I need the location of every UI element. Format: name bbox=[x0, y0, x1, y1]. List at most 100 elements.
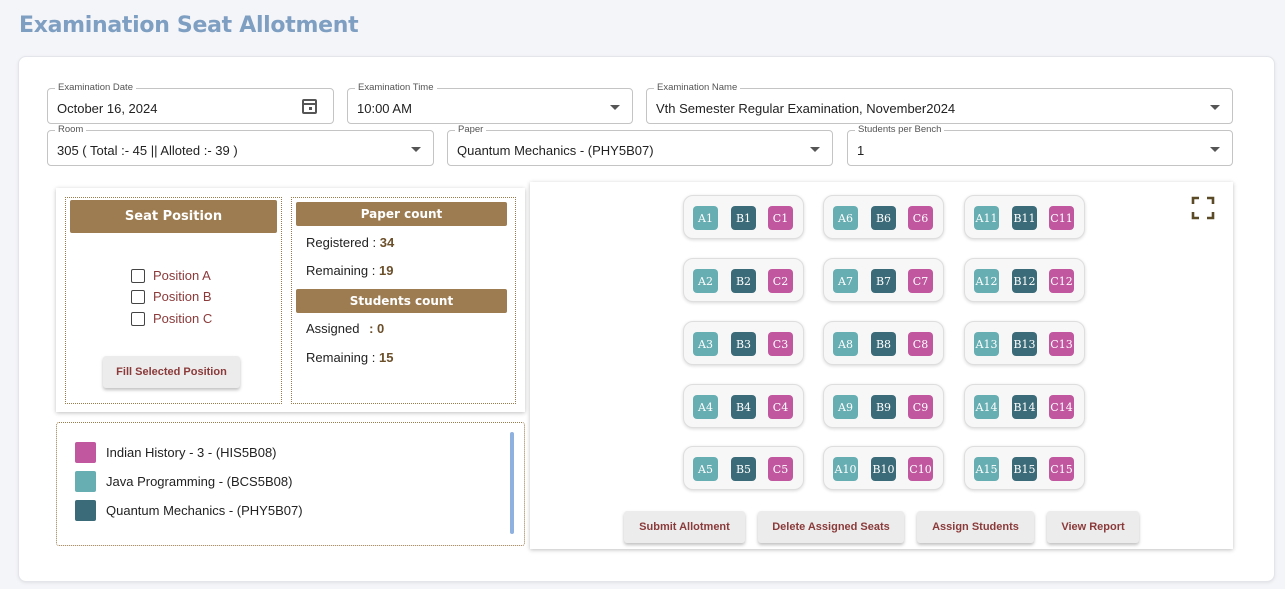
seat-b12[interactable]: B12 bbox=[1012, 269, 1037, 293]
students-count-title: Students count bbox=[296, 289, 507, 313]
registered-value: 34 bbox=[379, 235, 395, 250]
registered-stat: Registered : 34 bbox=[306, 235, 394, 250]
seat-c10[interactable]: C10 bbox=[908, 457, 933, 481]
seat-c6[interactable]: C6 bbox=[908, 206, 933, 230]
seat-a8[interactable]: A8 bbox=[833, 332, 858, 356]
assigned-label: Assigned bbox=[306, 321, 360, 336]
assign-students-button[interactable]: Assign Students bbox=[917, 511, 1034, 543]
seat-b9[interactable]: B9 bbox=[871, 395, 896, 419]
students-per-bench-value: 1 bbox=[857, 143, 865, 158]
seat-c15[interactable]: C15 bbox=[1049, 457, 1074, 481]
seat-b10[interactable]: B10 bbox=[871, 457, 896, 481]
legend-scrollbar[interactable] bbox=[510, 432, 514, 534]
seat-b4[interactable]: B4 bbox=[731, 395, 756, 419]
seat-c13[interactable]: C13 bbox=[1049, 332, 1074, 356]
bench: A2 B2 C2 bbox=[683, 258, 804, 302]
checkbox-box[interactable] bbox=[131, 289, 145, 304]
bench: A14 B14 C14 bbox=[964, 384, 1085, 428]
bench: A12 B12 C12 bbox=[964, 258, 1085, 302]
seat-c8[interactable]: C8 bbox=[908, 332, 933, 356]
bench: A9 B9 C9 bbox=[823, 384, 944, 428]
seat-b6[interactable]: B6 bbox=[871, 206, 896, 230]
paper-count-title: Paper count bbox=[296, 202, 507, 226]
seat-b11[interactable]: B11 bbox=[1012, 206, 1037, 230]
bench: A4 B4 C4 bbox=[683, 384, 804, 428]
page-title: Examination Seat Allotment bbox=[19, 13, 359, 38]
seat-a5[interactable]: A5 bbox=[693, 457, 718, 481]
seat-a12[interactable]: A12 bbox=[974, 269, 999, 293]
bench: A10 B10 C10 bbox=[823, 446, 944, 490]
bench: A1 B1 C1 bbox=[683, 195, 804, 239]
fullscreen-icon[interactable] bbox=[1191, 196, 1215, 220]
chevron-down-icon bbox=[610, 105, 620, 110]
seat-c1[interactable]: C1 bbox=[768, 206, 793, 230]
legend-item: Quantum Mechanics - (PHY5B07) bbox=[75, 500, 303, 521]
position-a-label: Position A bbox=[153, 268, 211, 283]
seat-b13[interactable]: B13 bbox=[1012, 332, 1037, 356]
exam-name-select[interactable]: Examination Name Vth Semester Regular Ex… bbox=[646, 82, 1233, 124]
bench: A7 B7 C7 bbox=[823, 258, 944, 302]
position-b-checkbox[interactable]: Position B bbox=[131, 289, 212, 304]
bench: A5 B5 C5 bbox=[683, 446, 804, 490]
seat-a14[interactable]: A14 bbox=[974, 395, 999, 419]
seat-a10[interactable]: A10 bbox=[833, 457, 858, 481]
assigned-stat: Assigned : 0 bbox=[306, 321, 384, 336]
chevron-down-icon bbox=[1210, 147, 1220, 152]
exam-time-select[interactable]: Examination Time 10:00 AM bbox=[347, 82, 633, 124]
seat-b1[interactable]: B1 bbox=[731, 206, 756, 230]
position-c-label: Position C bbox=[153, 311, 213, 326]
seat-a9[interactable]: A9 bbox=[833, 395, 858, 419]
seat-c9[interactable]: C9 bbox=[908, 395, 933, 419]
seat-a4[interactable]: A4 bbox=[693, 395, 718, 419]
assigned-value: : 0 bbox=[369, 321, 385, 336]
delete-assigned-seats-button[interactable]: Delete Assigned Seats bbox=[758, 511, 904, 543]
seat-b8[interactable]: B8 bbox=[871, 332, 896, 356]
submit-allotment-button[interactable]: Submit Allotment bbox=[624, 511, 745, 543]
legend-swatch bbox=[75, 442, 96, 463]
chevron-down-icon bbox=[411, 147, 421, 152]
view-report-button[interactable]: View Report bbox=[1047, 511, 1139, 543]
seat-b15[interactable]: B15 bbox=[1012, 457, 1037, 481]
seat-c11[interactable]: C11 bbox=[1049, 206, 1074, 230]
fill-selected-position-button[interactable]: Fill Selected Position bbox=[103, 356, 240, 388]
chevron-down-icon bbox=[810, 147, 820, 152]
calendar-icon[interactable] bbox=[302, 99, 317, 114]
seat-c12[interactable]: C12 bbox=[1049, 269, 1074, 293]
seat-b3[interactable]: B3 bbox=[731, 332, 756, 356]
exam-date-field[interactable]: Examination Date October 16, 2024 bbox=[47, 82, 334, 124]
seat-b2[interactable]: B2 bbox=[731, 269, 756, 293]
seat-b7[interactable]: B7 bbox=[871, 269, 896, 293]
seat-a7[interactable]: A7 bbox=[833, 269, 858, 293]
seat-a1[interactable]: A1 bbox=[693, 206, 718, 230]
students-per-bench-label: Students per Bench bbox=[855, 124, 945, 136]
exam-name-label: Examination Name bbox=[654, 82, 741, 94]
paper-value: Quantum Mechanics - (PHY5B07) bbox=[457, 143, 654, 158]
legend-label: Quantum Mechanics - (PHY5B07) bbox=[106, 503, 303, 518]
seat-a3[interactable]: A3 bbox=[693, 332, 718, 356]
room-select[interactable]: Room 305 ( Total :- 45 || Alloted :- 39 … bbox=[47, 124, 434, 166]
seat-c4[interactable]: C4 bbox=[768, 395, 793, 419]
seat-b14[interactable]: B14 bbox=[1012, 395, 1037, 419]
seat-a15[interactable]: A15 bbox=[974, 457, 999, 481]
seat-b5[interactable]: B5 bbox=[731, 457, 756, 481]
seat-a11[interactable]: A11 bbox=[974, 206, 999, 230]
seat-c3[interactable]: C3 bbox=[768, 332, 793, 356]
position-c-checkbox[interactable]: Position C bbox=[131, 311, 212, 326]
seat-c5[interactable]: C5 bbox=[768, 457, 793, 481]
exam-time-value: 10:00 AM bbox=[357, 101, 412, 116]
seat-a6[interactable]: A6 bbox=[833, 206, 858, 230]
room-value: 305 ( Total :- 45 || Alloted :- 39 ) bbox=[57, 143, 238, 158]
students-per-bench-select[interactable]: Students per Bench 1 bbox=[847, 124, 1233, 166]
position-a-checkbox[interactable]: Position A bbox=[131, 268, 211, 283]
bench: A6 B6 C6 bbox=[823, 195, 944, 239]
seat-a2[interactable]: A2 bbox=[693, 269, 718, 293]
bench: A15 B15 C15 bbox=[964, 446, 1085, 490]
checkbox-box[interactable] bbox=[131, 311, 145, 326]
seat-c7[interactable]: C7 bbox=[908, 269, 933, 293]
seat-c14[interactable]: C14 bbox=[1049, 395, 1074, 419]
students-remaining-stat: Remaining : 15 bbox=[306, 350, 393, 365]
seat-a13[interactable]: A13 bbox=[974, 332, 999, 356]
checkbox-box[interactable] bbox=[131, 268, 145, 283]
seat-c2[interactable]: C2 bbox=[768, 269, 793, 293]
paper-select[interactable]: Paper Quantum Mechanics - (PHY5B07) bbox=[447, 124, 833, 166]
